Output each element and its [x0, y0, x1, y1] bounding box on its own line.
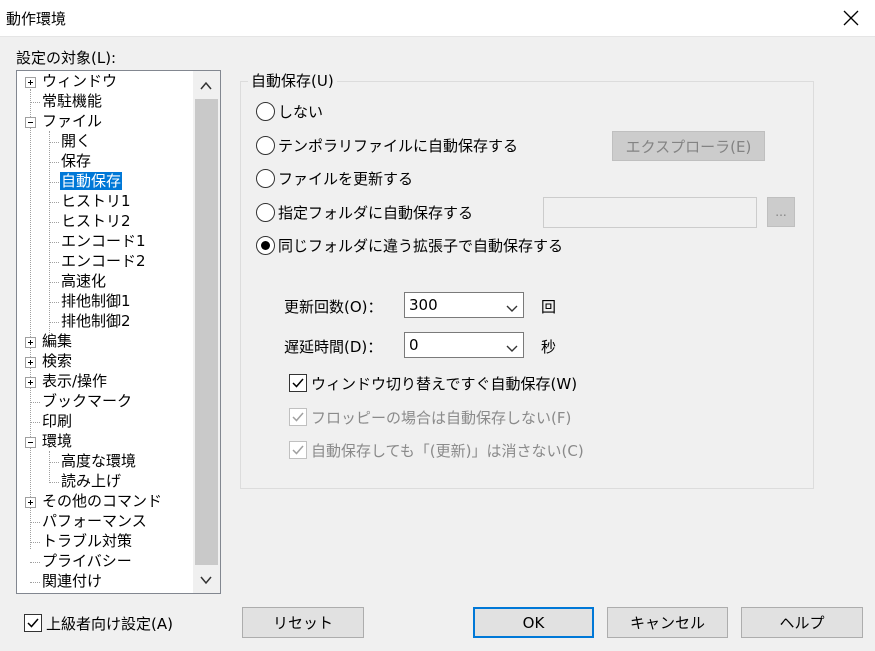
expand-icon[interactable]	[25, 357, 36, 368]
radio-same-folder-ext[interactable]: 同じフォルダに違う拡張子で自動保存する	[256, 233, 563, 257]
tree-item-history2[interactable]: ヒストリ2	[60, 211, 132, 231]
tree-scrollbar[interactable]	[193, 71, 220, 593]
radio-circle[interactable]	[256, 101, 275, 121]
update-count-label: 更新回数(O)：	[284, 298, 383, 316]
checkbox-floppy[interactable]: フロッピーの場合は自動保存しない(F)	[289, 406, 571, 428]
radio-circle[interactable]	[256, 168, 275, 188]
scroll-down-icon[interactable]	[199, 573, 213, 587]
tree-item-window[interactable]: ウィンドウ	[41, 71, 118, 91]
tree-item-display[interactable]: 表示/操作	[41, 371, 108, 391]
checkbox-advanced[interactable]: 上級者向け設定(A)	[24, 612, 173, 634]
tree-item-association[interactable]: 関連付け	[41, 571, 103, 591]
delay-combo[interactable]: 0	[404, 332, 524, 358]
explorer-button[interactable]: エクスプローラ(E)	[612, 131, 765, 161]
expand-icon[interactable]	[25, 377, 36, 388]
tree-item-autosave[interactable]: 自動保存	[60, 171, 123, 191]
tree-item-resident[interactable]: 常駐機能	[41, 91, 103, 111]
tree-item-encode2[interactable]: エンコード2	[60, 251, 147, 271]
tree-item-environment[interactable]: 環境	[41, 431, 73, 451]
title-bar	[0, 0, 875, 37]
close-icon[interactable]	[841, 8, 861, 28]
tree-item-encode1[interactable]: エンコード1	[60, 231, 147, 251]
update-count-combo[interactable]: 300	[404, 292, 524, 318]
tree-item-save[interactable]: 保存	[60, 151, 92, 171]
radio-update-file[interactable]: ファイルを更新する	[256, 166, 413, 190]
radio-circle[interactable]	[256, 235, 275, 255]
checkbox-box[interactable]	[289, 374, 307, 392]
cancel-button[interactable]: キャンセル	[607, 607, 728, 638]
checkbox-window-switch[interactable]: ウィンドウ切り替えですぐ自動保存(W)	[289, 372, 577, 394]
tree-item-print[interactable]: 印刷	[41, 411, 73, 431]
radio-circle[interactable]	[256, 202, 275, 222]
window-title: 動作環境	[6, 10, 67, 28]
radio-temp-file[interactable]: テンポラリファイルに自動保存する	[256, 133, 518, 157]
tree-connector	[49, 451, 50, 483]
help-button[interactable]: ヘルプ	[741, 607, 863, 638]
delay-value: 0	[409, 336, 419, 354]
ok-button[interactable]: OK	[473, 607, 594, 638]
settings-tree[interactable]: ウィンドウ 常駐機能 ファイル 開く 保存 自動保存 ヒストリ1 ヒストリ2 エ…	[16, 70, 221, 594]
tree-item-search[interactable]: 検索	[41, 351, 73, 371]
tree-item-privacy[interactable]: プライバシー	[41, 551, 133, 571]
expand-icon[interactable]	[25, 497, 36, 508]
update-count-value: 300	[409, 296, 438, 314]
checkbox-keep-modified[interactable]: 自動保存しても「(更新)」は消さない(C)	[289, 439, 584, 461]
tree-connector	[30, 89, 31, 549]
delay-label: 遅延時間(D)：	[284, 338, 383, 356]
tree-item-lock2[interactable]: 排他制御2	[60, 311, 132, 331]
folder-path-field[interactable]	[543, 197, 757, 228]
checkbox-box[interactable]	[24, 614, 42, 632]
radio-specified-folder[interactable]: 指定フォルダに自動保存する	[256, 200, 473, 224]
autosave-group-title: 自動保存(U)	[248, 70, 337, 91]
chevron-down-icon[interactable]	[506, 300, 518, 312]
checkbox-box[interactable]	[289, 441, 307, 459]
tree-item-advanced-env[interactable]: 高度な環境	[60, 451, 137, 471]
tree-item-troubleshoot[interactable]: トラブル対策	[41, 531, 133, 551]
expand-icon[interactable]	[25, 337, 36, 348]
tree-item-file[interactable]: ファイル	[41, 111, 103, 131]
tree-item-read-aloud[interactable]: 読み上げ	[60, 471, 122, 491]
tree-item-open[interactable]: 開く	[60, 131, 92, 151]
tree-item-performance[interactable]: パフォーマンス	[41, 511, 148, 531]
tree-label: 設定の対象(L):	[16, 49, 117, 67]
tree-item-other-commands[interactable]: その他のコマンド	[41, 491, 163, 511]
scroll-thumb[interactable]	[195, 99, 218, 565]
tree-item-lock1[interactable]: 排他制御1	[60, 291, 132, 311]
collapse-icon[interactable]	[25, 117, 36, 128]
scroll-up-icon[interactable]	[199, 79, 213, 93]
checkbox-box[interactable]	[289, 408, 307, 426]
collapse-icon[interactable]	[25, 437, 36, 448]
radio-circle[interactable]	[256, 135, 275, 155]
tree-item-bookmark[interactable]: ブックマーク	[41, 391, 133, 411]
browse-button[interactable]: ...	[767, 197, 795, 227]
tree-item-edit[interactable]: 編集	[41, 331, 73, 351]
expand-icon[interactable]	[25, 77, 36, 88]
reset-button[interactable]: リセット	[242, 607, 364, 638]
tree-item-history1[interactable]: ヒストリ1	[60, 191, 132, 211]
radio-none[interactable]: しない	[256, 99, 323, 123]
update-count-unit: 回	[541, 298, 557, 316]
chevron-down-icon[interactable]	[506, 340, 518, 352]
delay-unit: 秒	[541, 338, 557, 356]
tree-item-speedup[interactable]: 高速化	[60, 271, 107, 291]
